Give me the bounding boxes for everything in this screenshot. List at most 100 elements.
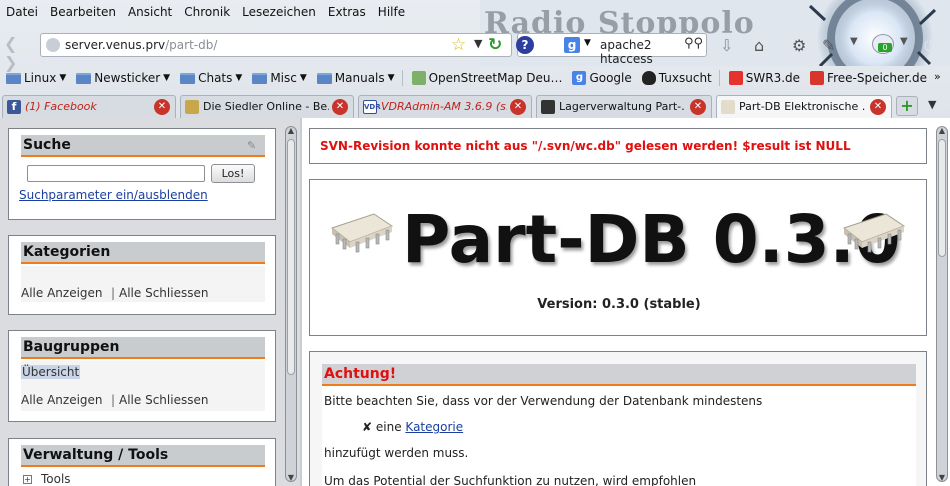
bookmark-folder-manuals[interactable]: Manuals ▼: [316, 71, 395, 85]
scrollbar-thumb[interactable]: [938, 139, 946, 257]
tree-expand-icon[interactable]: +: [23, 475, 32, 484]
tools-dropdown-icon[interactable]: ▼: [850, 36, 858, 47]
widget-dropdown-icon[interactable]: ▼: [900, 36, 908, 47]
folder-icon: [76, 72, 92, 84]
addon-icon[interactable]: ⚙: [792, 36, 806, 55]
eraser-icon[interactable]: ✎: [247, 139, 256, 152]
tab-part-db[interactable]: Part-DB Elektronische … ✕: [716, 95, 892, 118]
tab-siedler-online[interactable]: Die Siedler Online - Be… ✕: [180, 95, 354, 118]
warning-panel: Achtung! Bitte beachten Sie, dass vor de…: [322, 364, 916, 486]
new-tab-button[interactable]: +: [896, 96, 918, 116]
search-panel-body: Los! Suchparameter ein/ausblenden: [19, 159, 265, 207]
bookmark-swr3[interactable]: SWR3.de: [728, 71, 800, 85]
page-icon: [541, 100, 555, 114]
chevron-down-icon: ▼: [163, 73, 171, 83]
folder-icon: [252, 72, 268, 84]
tux-icon: [641, 71, 656, 85]
power-icon[interactable]: ⏻: [924, 36, 937, 56]
warning-bullet-prefix: ✘ eine: [362, 420, 402, 434]
warning-text-line-2: hinzufügt werden muss.: [324, 446, 469, 460]
assembly-tree: Übersicht Alle Anzeigen | Alle Schliesse…: [21, 361, 265, 411]
menu-extras[interactable]: Extras: [322, 4, 372, 22]
status-badge: 0: [878, 43, 892, 52]
scrollbar-thumb[interactable]: [287, 139, 295, 375]
search-bar[interactable]: ? g ▼ apache2 htaccess ⚲⚲: [516, 33, 707, 66]
tab-vdradmin[interactable]: VDR VDRAdmin-AM 3.6.9 (s… ✕: [358, 95, 532, 118]
search-keyword-input[interactable]: [27, 165, 205, 182]
url-bar[interactable]: server.venus.prv/part-db/ ☆ ▼ ↻: [40, 33, 512, 57]
warning-text-line-3: Um das Potential der Suchfunktion zu nut…: [324, 474, 697, 486]
engine-dropdown-icon[interactable]: ▼: [584, 38, 591, 48]
assembly-close-all[interactable]: Alle Schliessen: [119, 393, 208, 407]
site-identity-icon[interactable]: [46, 38, 60, 52]
tab-close-icon[interactable]: ✕: [690, 99, 706, 115]
help-icon[interactable]: ?: [516, 36, 534, 54]
menu-lesezeichen[interactable]: Lesezeichen: [236, 4, 322, 22]
version-label: Version: 0.3.0 (stable): [537, 297, 701, 312]
scroll-up-icon[interactable]: ▲: [286, 126, 296, 135]
menu-datei[interactable]: Datei: [0, 4, 44, 22]
chip-favicon-icon: [721, 100, 735, 114]
category-link[interactable]: Kategorie: [405, 420, 463, 434]
categories-panel: Kategorien Alle Anzeigen | Alle Schliess…: [8, 235, 276, 315]
tab-close-icon[interactable]: ✕: [870, 99, 886, 115]
menu-hilfe[interactable]: Hilfe: [372, 4, 411, 22]
main-scrollbar[interactable]: ▲ ▼: [936, 126, 948, 482]
bookmark-free-speicher[interactable]: Free-Speicher.de: [810, 71, 927, 85]
tab-facebook[interactable]: f (1) Facebook ✕: [2, 95, 176, 118]
search-panel: Suche ✎ Los! Suchparameter ein/ausblende…: [8, 128, 276, 220]
search-panel-title: Suche: [21, 135, 265, 157]
bookmark-google[interactable]: g Google: [572, 71, 632, 85]
google-icon: g: [572, 71, 587, 85]
scroll-down-icon[interactable]: ▼: [286, 473, 296, 482]
tab-close-icon[interactable]: ✕: [510, 99, 526, 115]
navigation-scrollbar[interactable]: ▲ ▼: [285, 126, 297, 482]
url-text[interactable]: server.venus.prv/part-db/: [65, 38, 217, 52]
home-icon[interactable]: ⌂: [754, 36, 764, 55]
url-history-dropdown-icon[interactable]: ▼: [474, 37, 482, 50]
chip-icon: [842, 213, 906, 253]
search-submit-button[interactable]: Los!: [211, 164, 255, 183]
back-forward-icon[interactable]: ❮ ❯: [4, 34, 34, 72]
bookmark-openstreetmap[interactable]: OpenStreetMap Deu…: [411, 71, 562, 85]
page-title: Part-DB 0.3.0: [402, 201, 901, 278]
google-engine-icon[interactable]: g: [564, 37, 580, 53]
binoculars-icon[interactable]: ⚲⚲: [684, 36, 703, 51]
bookmark-folder-misc[interactable]: Misc ▼: [252, 71, 307, 85]
bookmark-star-icon[interactable]: ☆: [451, 35, 466, 55]
bookmark-folder-chats[interactable]: Chats ▼: [180, 71, 242, 85]
categories-show-all[interactable]: Alle Anzeigen: [21, 286, 103, 300]
assembly-panel: Baugruppen Übersicht Alle Anzeigen | All…: [8, 330, 276, 422]
tab-close-icon[interactable]: ✕: [332, 99, 348, 115]
tab-lagerverwaltung[interactable]: Lagerverwaltung Part-… ✕: [536, 95, 712, 118]
chevron-down-icon: ▼: [299, 73, 307, 83]
assembly-panel-title: Baugruppen: [21, 337, 265, 359]
warning-bullet: ✘ eine Kategorie: [362, 420, 463, 434]
categories-separator: |: [111, 286, 116, 300]
bookmark-separator: [401, 70, 403, 86]
download-icon[interactable]: ⇩: [720, 36, 733, 55]
bookmark-folder-linux[interactable]: Linux ▼: [6, 71, 66, 85]
categories-tree: Alle Anzeigen | Alle Schliessen: [21, 266, 265, 302]
search-params-toggle-link[interactable]: Suchparameter ein/ausblenden: [19, 188, 208, 202]
tab-close-icon[interactable]: ✕: [154, 99, 170, 115]
assembly-overview-item[interactable]: Übersicht: [21, 365, 81, 379]
tools-icon[interactable]: ✎: [822, 36, 835, 55]
menu-bearbeiten[interactable]: Bearbeiten: [44, 4, 122, 22]
bookmark-folder-newsticker[interactable]: Newsticker ▼: [76, 71, 170, 85]
tab-list-dropdown-icon[interactable]: ▼: [928, 98, 936, 111]
assembly-show-all[interactable]: Alle Anzeigen: [21, 393, 103, 407]
tools-tree-item[interactable]: Tools: [41, 472, 71, 486]
bookmarks-bar: Linux ▼ Newsticker ▼ Chats ▼ Misc ▼ Manuals ▼…: [0, 67, 950, 89]
tools-panel: Verwaltung / Tools + Tools: [8, 438, 276, 486]
menu-chronik[interactable]: Chronik: [178, 4, 236, 22]
bookmark-tuxsucht[interactable]: Tuxsucht: [641, 71, 712, 85]
tab-bar: f (1) Facebook ✕ Die Siedler Online - Be…: [0, 94, 950, 118]
menu-ansicht[interactable]: Ansicht: [122, 4, 178, 22]
reload-icon[interactable]: ↻: [488, 35, 502, 55]
map-icon: [411, 71, 426, 85]
categories-close-all[interactable]: Alle Schliessen: [119, 286, 208, 300]
scroll-up-icon[interactable]: ▲: [937, 126, 947, 135]
scroll-down-icon[interactable]: ▼: [937, 473, 947, 482]
bookmarks-overflow-icon[interactable]: »: [934, 70, 941, 83]
